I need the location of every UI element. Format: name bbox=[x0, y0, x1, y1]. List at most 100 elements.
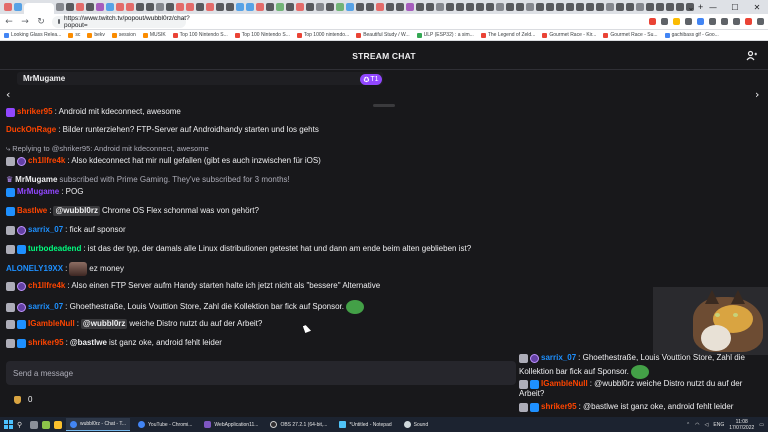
network-icon[interactable]: ◠ bbox=[695, 422, 699, 428]
tab-icon[interactable] bbox=[326, 3, 334, 11]
tab-icon[interactable] bbox=[476, 3, 484, 11]
tab-icon[interactable] bbox=[656, 3, 664, 11]
tab-icon[interactable] bbox=[556, 3, 564, 11]
taskbar-app[interactable]: *Untitled - Notepad bbox=[335, 418, 395, 431]
tab-icon[interactable] bbox=[336, 3, 344, 11]
pinned-gift-bar[interactable]: MrMugame bbox=[17, 72, 383, 85]
tab-icon[interactable] bbox=[426, 3, 434, 11]
bookmark[interactable]: MUSIK bbox=[142, 32, 166, 38]
tab-icon[interactable] bbox=[606, 3, 614, 11]
tab-icon[interactable] bbox=[546, 3, 554, 11]
tab-icon[interactable] bbox=[486, 3, 494, 11]
taskbar-app[interactable]: WebApplication11... bbox=[200, 418, 262, 431]
menu-icon[interactable] bbox=[757, 18, 764, 25]
tab-icon[interactable] bbox=[136, 3, 144, 11]
taskbar-app[interactable]: Sound bbox=[400, 418, 432, 431]
taskbar-app[interactable]: YouTube - Chromi... bbox=[134, 418, 196, 431]
tab-icon[interactable] bbox=[156, 3, 164, 11]
tab-icon[interactable] bbox=[306, 3, 314, 11]
back-icon[interactable]: ← bbox=[4, 17, 14, 27]
forward-icon[interactable]: → bbox=[20, 17, 30, 27]
chat-input[interactable]: Send a message bbox=[6, 361, 516, 385]
tab-icon[interactable] bbox=[616, 3, 624, 11]
tab-icon[interactable] bbox=[316, 3, 324, 11]
tab-icon[interactable] bbox=[576, 3, 584, 11]
tab-icon[interactable] bbox=[216, 3, 224, 11]
bookmark[interactable]: Top 100 Nintendo S... bbox=[172, 32, 228, 38]
tab-icon[interactable] bbox=[166, 3, 174, 11]
reload-icon[interactable]: ↻ bbox=[36, 17, 46, 27]
bookmark[interactable]: Gourmet Race - Kir... bbox=[542, 32, 596, 38]
tab-icon[interactable] bbox=[226, 3, 234, 11]
tab-icon[interactable] bbox=[526, 3, 534, 11]
tab-icon[interactable] bbox=[406, 3, 414, 11]
taskbar-app[interactable]: OBS 27.2.1 (64-bit,... bbox=[266, 418, 331, 431]
bookmark[interactable]: gachibass gif - Goo... bbox=[664, 32, 719, 38]
tab-icon[interactable] bbox=[366, 3, 374, 11]
tab-icon[interactable] bbox=[256, 3, 264, 11]
tab-icon[interactable] bbox=[106, 3, 114, 11]
tab-icon[interactable] bbox=[416, 3, 424, 11]
volume-icon[interactable]: ◁ bbox=[705, 422, 709, 428]
bookmark[interactable]: sc bbox=[68, 32, 80, 38]
app-icon[interactable] bbox=[42, 420, 50, 429]
tab-icon[interactable] bbox=[626, 3, 634, 11]
tab-icon[interactable] bbox=[56, 3, 64, 11]
minimize-icon[interactable]: — bbox=[702, 0, 724, 14]
extension-icon[interactable] bbox=[697, 18, 704, 25]
profile-avatar[interactable] bbox=[745, 18, 752, 25]
tab-icon[interactable] bbox=[436, 3, 444, 11]
channel-points[interactable]: 0 bbox=[14, 395, 32, 404]
taskbar-app[interactable]: wubbl0rz - Chat - T... bbox=[66, 418, 131, 431]
tab-icon[interactable] bbox=[536, 3, 544, 11]
tab-icon[interactable] bbox=[176, 3, 184, 11]
extension-icon[interactable] bbox=[685, 18, 692, 25]
bookmark[interactable]: Gourmet Race - Su... bbox=[603, 32, 658, 38]
tab-icon[interactable] bbox=[116, 3, 124, 11]
tab-icon[interactable] bbox=[376, 3, 384, 11]
file-explorer-icon[interactable] bbox=[54, 420, 62, 429]
bookmark[interactable]: Looking Glass Relea... bbox=[4, 32, 61, 38]
extension-icon[interactable] bbox=[673, 18, 680, 25]
bookmark[interactable]: ULP (ESP32) : a sim... bbox=[416, 32, 474, 38]
tab-icon[interactable] bbox=[146, 3, 154, 11]
bookmark[interactable]: Top 100 Nintendo S... bbox=[234, 32, 290, 38]
tab-icon[interactable] bbox=[126, 3, 134, 11]
users-icon[interactable] bbox=[746, 50, 758, 62]
tab-icon[interactable] bbox=[666, 3, 674, 11]
puzzle-icon[interactable] bbox=[721, 18, 728, 25]
tab-icon[interactable] bbox=[636, 3, 644, 11]
tab-icon[interactable] bbox=[86, 3, 94, 11]
windows-start-icon[interactable] bbox=[4, 420, 13, 429]
tab-icon[interactable] bbox=[466, 3, 474, 11]
tab-icon[interactable] bbox=[396, 3, 404, 11]
tab-icon[interactable] bbox=[14, 3, 22, 11]
dropdown-icon[interactable]: ⌄ bbox=[680, 0, 702, 14]
tab-icon[interactable] bbox=[506, 3, 514, 11]
clock[interactable]: 11:08 17/07/2022 bbox=[729, 419, 754, 431]
tab-icon[interactable] bbox=[246, 3, 254, 11]
tab-icon[interactable] bbox=[496, 3, 504, 11]
tab-icon[interactable] bbox=[646, 3, 654, 11]
bookmark[interactable]: Top 1000 nintendo... bbox=[296, 32, 349, 38]
task-view-icon[interactable] bbox=[30, 420, 38, 429]
bookmark[interactable]: Beautiful Study / W... bbox=[356, 32, 410, 38]
sidebar-icon[interactable] bbox=[733, 18, 740, 25]
tab-icon[interactable] bbox=[96, 3, 104, 11]
next-arrow-icon[interactable]: › bbox=[755, 88, 759, 101]
tab-icon[interactable] bbox=[296, 3, 304, 11]
tab-icon[interactable] bbox=[4, 3, 12, 11]
tab-icon[interactable] bbox=[286, 3, 294, 11]
tab-icon[interactable] bbox=[356, 3, 364, 11]
tab-icon[interactable] bbox=[566, 3, 574, 11]
tab-icon[interactable] bbox=[66, 3, 74, 11]
language-indicator[interactable]: ENG bbox=[713, 422, 724, 428]
tab-icon[interactable] bbox=[346, 3, 354, 11]
active-tab[interactable] bbox=[24, 3, 54, 14]
extension-icon[interactable] bbox=[649, 18, 656, 25]
tray-chevron-icon[interactable]: ⌃ bbox=[686, 422, 690, 428]
prev-arrow-icon[interactable]: ‹ bbox=[6, 88, 10, 101]
notification-icon[interactable]: ▭ bbox=[759, 422, 764, 428]
close-icon[interactable]: ✕ bbox=[746, 0, 768, 14]
tab-icon[interactable] bbox=[76, 3, 84, 11]
